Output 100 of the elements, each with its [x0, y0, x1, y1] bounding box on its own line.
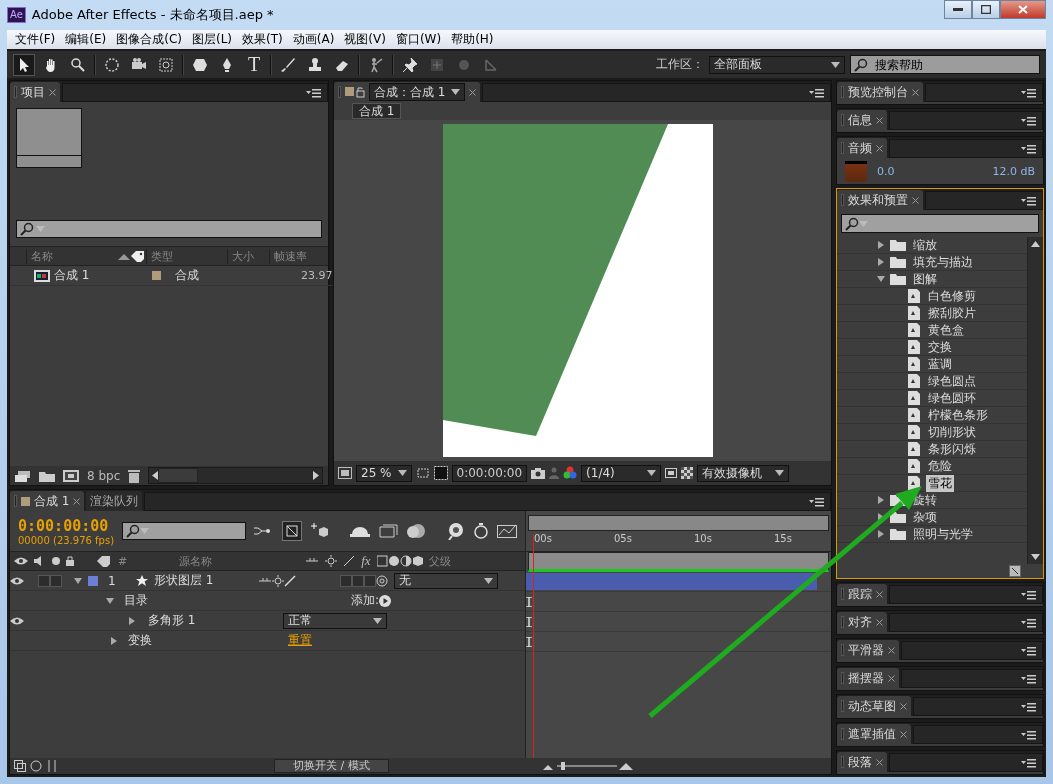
effect-folder-item[interactable]: 图解 [911, 270, 939, 288]
add-label[interactable]: 添加: [344, 592, 380, 609]
text-tool-button[interactable]: T [243, 53, 265, 76]
switch-checkbox[interactable] [364, 574, 376, 587]
transparency-icon[interactable] [433, 466, 448, 480]
menu-item[interactable]: 视图(V) [339, 31, 391, 48]
composition-tab[interactable]: 合成 1 [352, 103, 402, 119]
timeline-tab[interactable]: 渲染队列 [86, 491, 143, 511]
work-area-bar[interactable] [528, 552, 829, 572]
close-icon[interactable] [912, 196, 919, 204]
caret-icon[interactable] [451, 89, 461, 95]
camera-snapshot-icon[interactable] [531, 467, 546, 479]
safe-zone-icon[interactable] [665, 467, 678, 479]
bit-depth-button[interactable]: 8 bpc [87, 468, 121, 483]
panel-menu-icon[interactable] [809, 87, 825, 98]
label-tag-icon[interactable] [130, 250, 147, 262]
scroll-down-icon[interactable] [1031, 554, 1040, 560]
dot-icon[interactable] [52, 557, 60, 565]
panel-menu-icon[interactable] [1021, 589, 1037, 600]
interpret-footage-icon[interactable] [15, 469, 31, 482]
property-name[interactable]: 变换 [118, 632, 288, 649]
switch-checkbox[interactable] [38, 574, 50, 587]
project-search-field[interactable] [16, 220, 322, 238]
column-header[interactable]: 大小 [226, 248, 270, 264]
region-icon[interactable] [338, 467, 352, 479]
eye-icon[interactable] [14, 556, 28, 566]
column-header[interactable]: 类型 [146, 248, 227, 264]
color-channels-icon[interactable] [563, 466, 578, 480]
panel-menu-icon[interactable] [1021, 617, 1037, 628]
play-circle-icon[interactable] [379, 594, 392, 607]
panel-tab[interactable]: 合成：合成 1 [334, 82, 481, 102]
help-search-field[interactable]: 搜索帮助 [850, 55, 1040, 74]
pointer-button[interactable] [13, 53, 35, 76]
label-color[interactable] [88, 575, 98, 586]
panel-tab[interactable]: 动态草图 [837, 696, 911, 716]
panel-menu-icon[interactable] [1021, 729, 1037, 740]
panel-tab[interactable]: 效果和预置 [837, 190, 923, 210]
close-icon[interactable] [876, 618, 883, 626]
eye-icon[interactable] [10, 575, 24, 586]
panel-menu-icon[interactable] [1021, 195, 1037, 206]
panel-tab[interactable]: 预览控制台 [837, 82, 923, 102]
effect-folder-item[interactable]: 照明与光学 [911, 525, 975, 543]
trash-icon[interactable] [128, 468, 141, 483]
minimize-button[interactable] [944, 0, 972, 19]
close-icon[interactable] [900, 702, 907, 710]
property-name[interactable]: 多角形 1 [136, 612, 283, 629]
reset-link[interactable]: 重置 [288, 632, 312, 649]
timecode-field[interactable]: 0:00:00:00 [451, 464, 528, 482]
horizontal-scrollbar[interactable] [148, 467, 323, 484]
column-header[interactable]: 父级 [428, 553, 451, 569]
caret-icon[interactable] [484, 577, 493, 584]
menu-item[interactable]: 编辑(E) [60, 31, 112, 48]
slash-icon[interactable] [343, 555, 356, 567]
collapsed-triangle-icon[interactable] [128, 616, 136, 625]
panel-tab[interactable]: 摇摆器 [837, 668, 899, 688]
eye-icon[interactable] [10, 615, 24, 626]
menu-item[interactable]: 效果(T) [237, 31, 288, 48]
effect-preset-item[interactable]: 交换 [926, 338, 954, 356]
motion-blur-icon[interactable] [377, 523, 398, 539]
current-time[interactable]: 0:00:00:00 [18, 516, 115, 535]
effect-preset-item[interactable]: 危险 [926, 457, 954, 475]
effect-preset-item[interactable]: 擦刮胶片 [926, 304, 978, 322]
effect-preset-item[interactable]: 白色修剪 [926, 287, 978, 305]
panel-menu-icon[interactable] [1021, 673, 1037, 684]
menu-item[interactable]: 图层(L) [186, 31, 238, 48]
panel-menu-icon[interactable] [1021, 757, 1037, 768]
close-button[interactable] [1000, 0, 1046, 19]
switch-checkbox[interactable] [352, 574, 364, 587]
panel-menu-icon[interactable] [809, 496, 825, 507]
scroll-right-icon[interactable] [313, 471, 319, 480]
lightbulb-icon[interactable] [447, 522, 465, 540]
time-navigator[interactable] [528, 515, 829, 531]
panel-tab[interactable]: 段落 [837, 752, 887, 772]
comp-flow-icon[interactable] [14, 760, 26, 772]
menu-item[interactable]: 窗口(W) [390, 31, 447, 48]
menu-item[interactable]: 图像合成(C) [111, 31, 187, 48]
effect-folder-item[interactable]: 缩放 [911, 237, 939, 254]
effect-folder-item[interactable]: 填充与描边 [911, 253, 975, 271]
expanded-triangle-icon[interactable] [74, 576, 82, 585]
panel-tab[interactable]: 信息 [837, 110, 887, 130]
close-icon[interactable] [73, 497, 81, 505]
sun-icon[interactable] [325, 555, 338, 567]
close-icon[interactable] [876, 758, 883, 766]
collapsed-triangle-icon[interactable] [110, 636, 118, 645]
layer-search-field[interactable] [122, 522, 247, 540]
blend-mode-dropdown[interactable]: 正常 [283, 612, 387, 629]
effect-preset-item[interactable]: 蓝调 [926, 355, 954, 373]
sun-icon[interactable] [272, 574, 284, 587]
effect-preset-item[interactable]: 切削形状 [926, 423, 978, 441]
close-icon[interactable] [876, 116, 883, 124]
close-icon[interactable] [469, 88, 477, 96]
effect-preset-item[interactable]: 条形闪烁 [926, 440, 978, 458]
collapsed-triangle-icon[interactable] [877, 513, 885, 521]
resolution-dropdown[interactable]: (1/4) [581, 464, 662, 482]
expanded-triangle-icon[interactable] [106, 596, 114, 605]
folder-icon[interactable] [39, 469, 55, 482]
caret-icon[interactable] [397, 470, 407, 476]
panel-menu-icon[interactable] [1021, 143, 1037, 154]
caret-icon[interactable] [775, 470, 785, 476]
caret-icon[interactable] [373, 617, 382, 624]
